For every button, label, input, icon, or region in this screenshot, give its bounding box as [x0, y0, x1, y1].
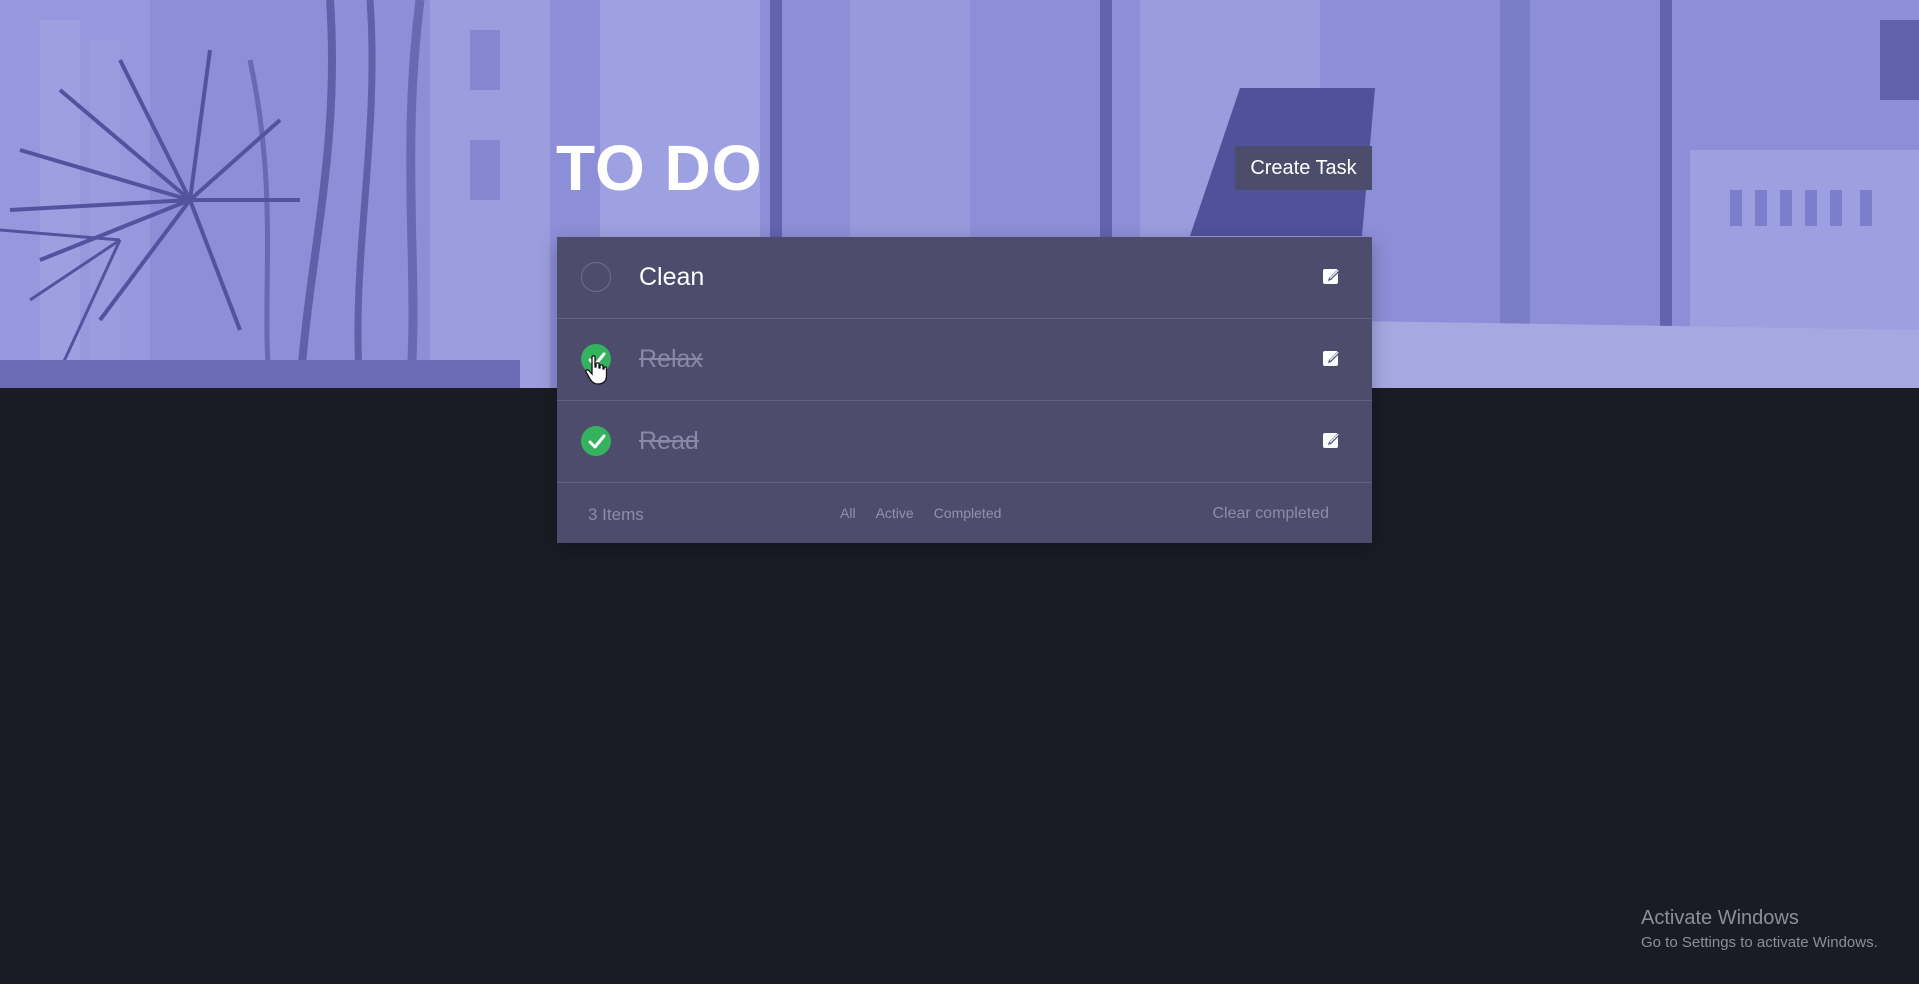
page-title: TO DO: [556, 132, 763, 204]
items-left-count: 3 Items: [588, 505, 644, 524]
edit-icon[interactable]: [1322, 348, 1342, 368]
task-label: Relax: [639, 345, 703, 373]
clear-completed-button[interactable]: Clear completed: [1213, 505, 1330, 523]
filter-completed[interactable]: Completed: [934, 505, 1002, 521]
edit-icon[interactable]: [1322, 266, 1342, 286]
task-label: Clean: [639, 263, 705, 291]
task-label: Read: [639, 427, 699, 455]
filter-active[interactable]: Active: [876, 505, 914, 521]
watermark-title: Activate Windows: [1641, 907, 1799, 929]
todo-app: TO DO Create Task Clean Relax Read 3 Ite…: [0, 0, 1919, 984]
task-toggle-circle-outline-icon[interactable]: [581, 262, 611, 292]
task-toggle-check-icon[interactable]: [581, 426, 611, 456]
create-task-button[interactable]: Create Task: [1235, 146, 1372, 190]
filter-group: All Active Completed: [840, 505, 1001, 521]
task-item-read: Read: [557, 401, 1372, 483]
activate-windows-watermark: Activate Windows Go to Settings to activ…: [1641, 905, 1878, 953]
hand-cursor-icon: [585, 355, 607, 385]
task-item-relax: Relax: [557, 319, 1372, 401]
task-list-footer: 3 Items All Active Completed Clear compl…: [557, 483, 1372, 543]
edit-icon[interactable]: [1322, 430, 1342, 450]
watermark-subtitle: Go to Settings to activate Windows.: [1641, 934, 1878, 951]
filter-all[interactable]: All: [840, 505, 856, 521]
task-item-clean: Clean: [557, 237, 1372, 319]
task-list-card: Clean Relax Read 3 Items All Active Comp…: [557, 237, 1372, 543]
